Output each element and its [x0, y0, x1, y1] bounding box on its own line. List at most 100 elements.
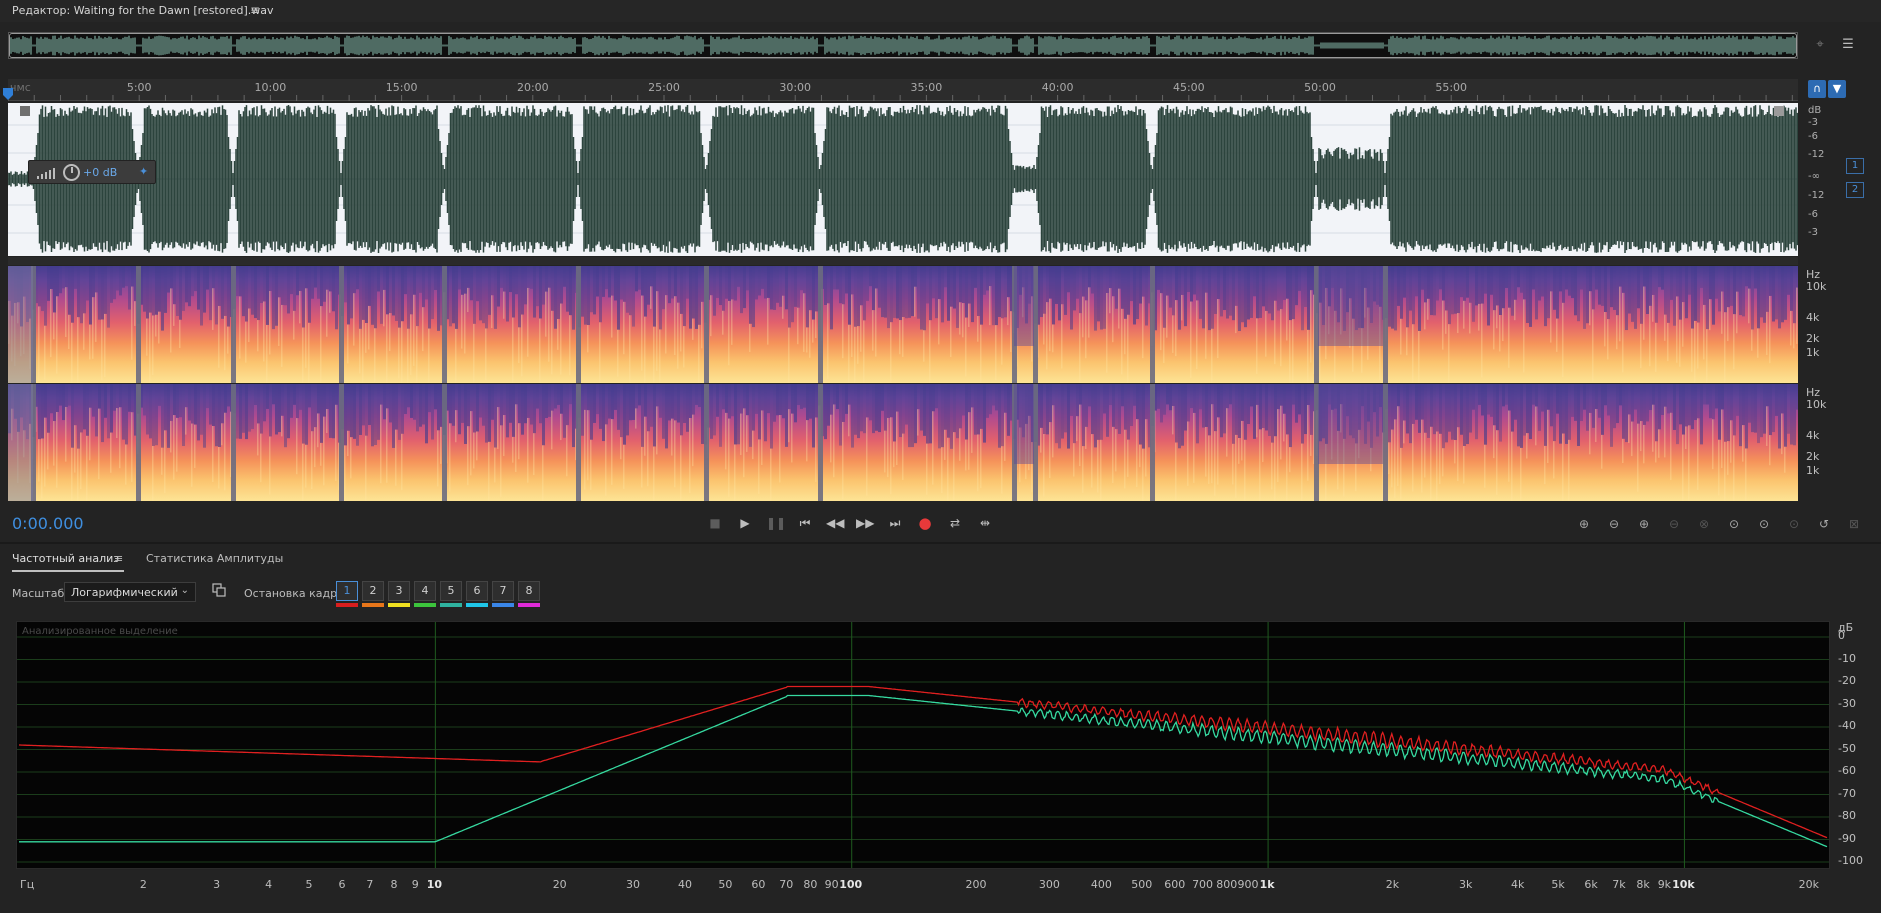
zoom-in-amplitude-button[interactable]: ⊕ [1574, 515, 1594, 533]
ruler-label: 50:00 [1304, 81, 1336, 94]
copy-graph-icon[interactable] [212, 583, 226, 597]
frequency-axis-label: 9k [1657, 878, 1672, 891]
channel-1-toggle[interactable]: 1 [1846, 158, 1864, 174]
channel-2-toggle[interactable]: 2 [1846, 182, 1864, 198]
panel-menu-icon[interactable]: ≡ [250, 3, 260, 17]
monitor-headphones-button[interactable]: ∩ [1808, 80, 1826, 98]
pause-button[interactable]: ❚❚ [766, 514, 786, 532]
frequency-graph [17, 622, 1829, 868]
tab-menu-icon[interactable]: ≡ [114, 552, 123, 565]
volume-gain-value[interactable]: +0 dB [83, 166, 117, 179]
tab-frequency-analysis[interactable]: Частотный анализ [12, 552, 119, 565]
play-button[interactable]: ▶ [736, 514, 754, 532]
ruler-label: 55:00 [1435, 81, 1468, 94]
overview-viewport[interactable] [9, 33, 1797, 58]
list-view-icon[interactable]: ☰ [1840, 37, 1856, 53]
waveform-display[interactable] [8, 103, 1798, 256]
frame-hold-button-1[interactable]: 1 [336, 581, 358, 601]
analyzed-selection-note: Анализированное выделение [22, 626, 178, 637]
pin-hud-icon[interactable]: ✦ [139, 165, 148, 178]
zoom-to-selection-disabled-button[interactable]: ⊙ [1784, 515, 1804, 533]
hz-scale-channel-2: Hz 10k 4k 2k 1k [1800, 384, 1840, 501]
db-scale-label: -6 [1808, 209, 1818, 220]
view-divider[interactable] [8, 257, 1798, 265]
frequency-axis-label: 2 [139, 878, 147, 891]
zoom-in-time-button[interactable]: ⊕ [1634, 515, 1654, 533]
frame-hold-button-4[interactable]: 4 [414, 581, 436, 601]
db-axis-label: -90 [1838, 831, 1856, 845]
frame-hold-button-2[interactable]: 2 [362, 581, 384, 601]
scale-label: Масштаб: [12, 587, 68, 600]
rewind-button[interactable]: ◀◀ [826, 514, 844, 532]
frame-color-swatch [362, 603, 384, 607]
frequency-axis-label: 90 [824, 878, 839, 891]
spectrogram-channel-2[interactable] [8, 384, 1798, 501]
db-axis-label: -100 [1838, 854, 1863, 867]
frame-hold-button-6[interactable]: 6 [466, 581, 488, 601]
volume-hud[interactable]: +0 dB ✦ [28, 160, 156, 184]
volume-knob[interactable] [63, 164, 80, 181]
hz-scale-label: 4k [1806, 311, 1820, 324]
overview-navigator[interactable] [8, 32, 1798, 59]
frequency-axis-label: 80 [803, 878, 818, 891]
frequency-axis-label: 800 [1216, 878, 1238, 891]
skip-selection-button[interactable]: ⇹ [976, 514, 994, 532]
analysis-tabs: Частотный анализ ≡ Статистика Амплитуды [0, 548, 1881, 572]
zoom-out-full-button[interactable]: ⊗ [1694, 515, 1714, 533]
frame-hold-button-3[interactable]: 3 [388, 581, 410, 601]
zoom-reset-button[interactable]: ↺ [1814, 515, 1834, 533]
frame-hold-button-5[interactable]: 5 [440, 581, 462, 601]
db-scale-label: -3 [1808, 117, 1818, 128]
chevron-down-icon: ⌄ [180, 585, 189, 596]
panel-separator [0, 542, 1881, 544]
ruler-label: 45:00 [1172, 81, 1205, 94]
zoom-out-time-button[interactable]: ⊖ [1664, 515, 1684, 533]
frequency-axis-label: 700 [1192, 878, 1214, 891]
db-axis-label: -10 [1838, 651, 1856, 665]
record-button[interactable]: ● [916, 514, 934, 532]
frequency-axis-label: 5k [1551, 878, 1565, 891]
zoom-in-point-button[interactable]: ⊙ [1724, 515, 1744, 533]
stop-button[interactable]: ■ [706, 514, 724, 532]
frequency-axis-label: 20 [552, 878, 567, 891]
loop-playback-button[interactable]: ⇄ [946, 514, 964, 532]
frequency-axis-label: 60 [751, 878, 766, 891]
frequency-axis-label: 10k [1672, 878, 1695, 891]
frame-color-swatch [466, 603, 488, 607]
playhead-marker-icon[interactable] [3, 88, 13, 100]
go-to-end-button[interactable]: ⏭ [886, 514, 904, 532]
frequency-analysis-plot[interactable] [16, 621, 1830, 869]
hz-scale-label: 1k [1806, 346, 1820, 359]
frequency-axis-label: Гц [20, 878, 35, 891]
timeline-ruler[interactable]: чмс 5:00 10:00 15:00 20:00 25:00 30:00 35:00 40… [8, 79, 1798, 101]
fast-forward-button[interactable]: ▶▶ [856, 514, 874, 532]
zoom-full-button[interactable]: ⊠ [1844, 515, 1864, 533]
frequency-axis-label: 300 [1038, 878, 1060, 891]
db-scale-label: -12 [1808, 149, 1825, 160]
frequency-axis-label: 2k [1385, 878, 1400, 891]
zoom-out-amplitude-button[interactable]: ⊖ [1604, 515, 1624, 533]
frequency-axis-label: 70 [779, 878, 794, 891]
frequency-axis-label: 600 [1164, 878, 1186, 891]
current-time-display[interactable]: 0:00.000 [12, 514, 84, 533]
frequency-axis-label: 3 [213, 878, 221, 891]
tab-amplitude-statistics[interactable]: Статистика Амплитуды [146, 552, 283, 565]
fade-out-handle [1774, 106, 1784, 116]
spectrogram-channel-1[interactable] [8, 266, 1798, 383]
frequency-axis-label: 900 [1237, 878, 1259, 891]
frame-color-swatch [440, 603, 462, 607]
frame-hold-button-7[interactable]: 7 [492, 581, 514, 601]
hz-scale-label: 10k [1806, 280, 1827, 293]
scale-dropdown[interactable]: Логарифмический ⌄ [64, 582, 196, 602]
zoom-selection-button[interactable]: ⊙ [1754, 515, 1774, 533]
zoom-target-icon[interactable]: ⌖ [1812, 37, 1828, 53]
hz-scale-label: 2k [1806, 450, 1820, 463]
ruler-label: 35:00 [910, 81, 943, 94]
frame-hold-button-8[interactable]: 8 [518, 581, 540, 601]
hz-scale-label: 10k [1806, 398, 1827, 411]
frequency-axis-label: 3k [1459, 878, 1473, 891]
frame-hold-label: Остановка кадра: [244, 587, 348, 600]
marker-pin-button[interactable]: ▼ [1828, 80, 1846, 98]
spectrogram-graphic-1 [8, 266, 1798, 383]
go-to-start-button[interactable]: ⏮ [796, 514, 814, 532]
